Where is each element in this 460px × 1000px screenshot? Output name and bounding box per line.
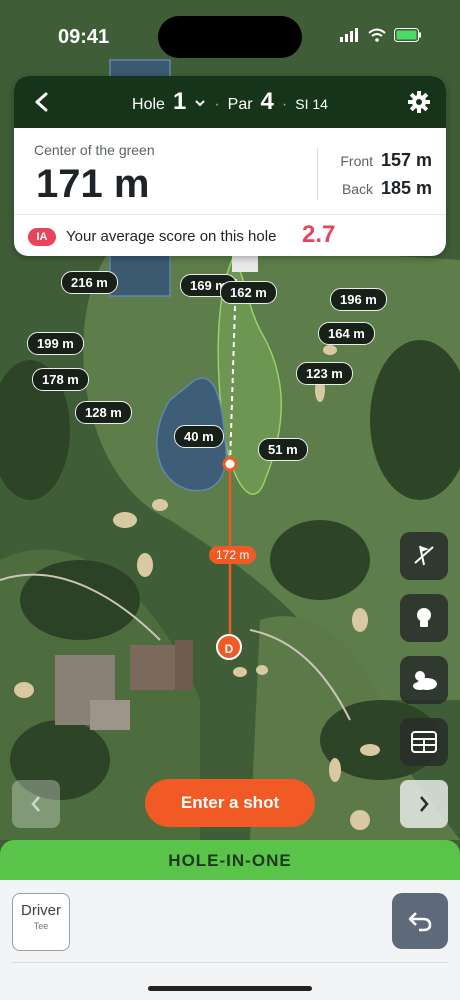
hole-label: Hole xyxy=(132,96,165,113)
bottom-bar: Driver Tee xyxy=(0,880,460,1000)
wifi-icon xyxy=(368,28,386,42)
hole-info-card: Hole 1 · Par 4 · SI 14 Center of the gre… xyxy=(14,76,446,256)
distance-tag: 40 m xyxy=(174,425,224,448)
undo-button[interactable] xyxy=(392,893,448,949)
distance-tag: 128 m xyxy=(75,401,132,424)
chevron-left-icon xyxy=(31,796,40,812)
back-distance: Back 185 m xyxy=(342,178,432,199)
divider xyxy=(12,962,448,963)
status-bar: 09:41 xyxy=(0,0,460,76)
battery-icon xyxy=(394,28,421,42)
undo-icon xyxy=(408,912,432,932)
gear-icon xyxy=(408,91,430,113)
hole-selector[interactable]: Hole 1 · Par 4 · SI 14 xyxy=(14,88,446,116)
home-indicator xyxy=(148,986,312,991)
enter-shot-button[interactable]: Enter a shot xyxy=(145,779,315,827)
next-hole-button[interactable] xyxy=(400,780,448,828)
back-label: Back xyxy=(341,181,374,197)
back-value: 185 m xyxy=(380,178,432,198)
chevron-right-icon xyxy=(420,796,429,812)
hole-header: Hole 1 · Par 4 · SI 14 xyxy=(14,76,446,128)
front-distance: Front 157 m xyxy=(340,150,432,171)
club-selector[interactable]: Driver Tee xyxy=(12,893,70,951)
divider xyxy=(317,148,318,200)
scorecard-button[interactable] xyxy=(400,718,448,766)
weather-icon xyxy=(413,671,437,690)
par-label: Par xyxy=(227,96,253,113)
signal-icon xyxy=(340,28,358,42)
previous-hole-button[interactable] xyxy=(12,780,60,828)
distance-tag: 123 m xyxy=(296,362,353,385)
par-number: 4 xyxy=(260,88,274,115)
divider xyxy=(14,214,446,215)
front-label: Front xyxy=(340,153,374,169)
lightbulb-icon xyxy=(417,608,431,627)
distance-tag: 51 m xyxy=(258,438,308,461)
distance-tag: 178 m xyxy=(32,368,89,391)
average-score-label: Your average score on this hole xyxy=(66,228,277,245)
separator-dot: · xyxy=(281,96,288,113)
distance-tag: 162 m xyxy=(220,281,277,304)
distance-tag: 216 m xyxy=(61,271,118,294)
distance-tag: 164 m xyxy=(318,322,375,345)
scorecard-icon xyxy=(411,731,437,753)
distance-tag: 196 m xyxy=(330,288,387,311)
club-name: Driver xyxy=(21,902,61,919)
status-icons xyxy=(340,28,422,42)
driver-marker[interactable]: D xyxy=(216,634,242,660)
hole-number: 1 xyxy=(172,88,187,115)
chevron-down-icon xyxy=(195,100,206,107)
separator-dot: · xyxy=(214,96,220,113)
distance-tag: 199 m xyxy=(27,332,84,355)
tips-button[interactable] xyxy=(400,594,448,642)
stroke-index: SI 14 xyxy=(295,96,328,112)
pin-button[interactable] xyxy=(400,532,448,580)
center-distance: 171 m xyxy=(36,162,150,206)
settings-button[interactable] xyxy=(406,89,432,115)
club-sub: Tee xyxy=(33,921,49,931)
ia-badge: IA xyxy=(28,228,56,246)
pin-icon xyxy=(414,545,434,566)
clock: 09:41 xyxy=(58,26,110,48)
front-value: 157 m xyxy=(380,150,432,170)
center-label: Center of the green xyxy=(34,142,155,158)
weather-button[interactable] xyxy=(400,656,448,704)
average-score-value: 2.7 xyxy=(302,221,336,248)
dynamic-island xyxy=(158,16,302,58)
shot-distance-tag: 172 m xyxy=(209,546,257,564)
hole-in-one-banner[interactable]: HOLE-IN-ONE xyxy=(0,840,460,882)
